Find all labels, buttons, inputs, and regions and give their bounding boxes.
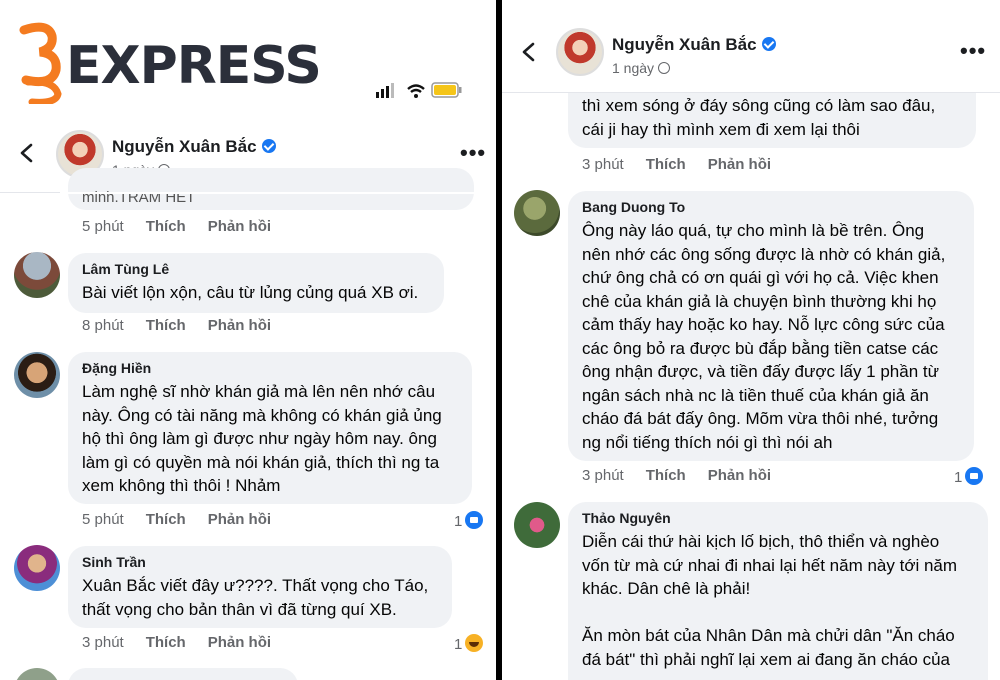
comment-bubble: Lâm Tùng Lê Bài viết lộn xộn, câu từ lủn… — [68, 253, 444, 313]
reply-button[interactable]: Phản hồi — [708, 156, 771, 173]
post-header-front: Nguyễn Xuân Bắc 1 ngày ••• — [502, 22, 1000, 82]
commenter-name[interactable]: Lâm Tùng Lê — [82, 261, 430, 277]
author-avatar[interactable] — [556, 28, 604, 76]
verified-badge-icon — [761, 37, 776, 51]
like-button[interactable]: Thích — [146, 317, 186, 334]
comment-bubble: minh.TRAM HET — [68, 168, 474, 210]
reaction-summary[interactable]: 1 — [454, 634, 484, 653]
commenter-name[interactable]: Sinh Trần — [82, 554, 438, 570]
comment-actions: 5 phút Thích Phản hồi — [82, 218, 293, 235]
like-reaction-icon — [465, 511, 484, 529]
like-button[interactable]: Thích — [146, 511, 186, 528]
comment-bubble: Bang Duong To Ông này láo quá, tự cho mì… — [568, 191, 974, 461]
more-options-icon[interactable]: ••• — [960, 38, 986, 64]
like-button[interactable]: Thích — [646, 467, 686, 484]
commenter-avatar[interactable] — [514, 190, 560, 236]
commenter-avatar[interactable] — [14, 352, 60, 398]
header-divider — [502, 92, 1000, 93]
comment-actions: 3 phút Thích Phản hồi — [82, 634, 293, 651]
comment-text: minh.TRAM HET — [82, 189, 196, 204]
comment-bubble: Thảo Nguyên Diễn cái thứ hài kịch lố bịc… — [568, 502, 988, 680]
comment-text: thì xem sóng ở đáy sông cũng có làm sao … — [582, 96, 936, 139]
back-arrow-icon[interactable] — [518, 41, 540, 63]
reaction-count: 1 — [454, 636, 463, 653]
verified-badge-icon — [261, 139, 276, 153]
comment-text: Ông này láo quá, tự cho mình là bề trên.… — [582, 221, 946, 452]
status-bar-icons — [376, 82, 462, 98]
header-divider-mask — [60, 192, 496, 194]
commenter-avatar[interactable] — [14, 545, 60, 591]
reaction-summary[interactable]: 1 — [954, 467, 984, 486]
comment-actions: 5 phút Thích Phản hồi — [82, 511, 293, 528]
reply-button[interactable]: Phản hồi — [708, 467, 771, 484]
reaction-count: 1 — [954, 469, 963, 486]
comment-bubble: Đặng Hiền Làm nghệ sĩ nhờ khán giả mà lê… — [68, 352, 472, 504]
comment-time: 8 phút — [82, 317, 124, 334]
comment-time: 5 phút — [82, 218, 124, 235]
like-button[interactable]: Thích — [646, 156, 686, 173]
comment-actions: 3 phút Thích Phản hồi — [582, 467, 793, 484]
comment-text: Bài viết lộn xộn, câu từ lủng củng quá X… — [82, 283, 419, 302]
comment-time: 5 phút — [82, 511, 124, 528]
commenter-avatar[interactable] — [514, 502, 560, 548]
comment-time: 3 phút — [582, 467, 624, 484]
comment-text: Làm nghệ sĩ nhờ khán giả mà lên nên nhớ … — [82, 382, 442, 495]
right-screenshot: Nguyễn Xuân Bắc 1 ngày ••• thì xem sóng … — [502, 0, 1000, 680]
comment-bubble — [68, 668, 298, 680]
like-reaction-icon — [965, 467, 984, 485]
reply-button[interactable]: Phản hồi — [208, 218, 271, 235]
commenter-name[interactable]: Đặng Hiền — [82, 360, 458, 376]
commenter-avatar[interactable] — [14, 252, 60, 298]
comment-actions: 8 phút Thích Phản hồi — [82, 317, 293, 334]
post-time: 1 ngày — [612, 60, 671, 76]
comment-bubble: Sinh Trần Xuân Bắc viết đây ư????. Thất … — [68, 546, 452, 628]
globe-icon — [658, 62, 671, 74]
comment-time: 3 phút — [82, 634, 124, 651]
back-arrow-icon[interactable] — [16, 142, 38, 164]
comment-actions: 3 phút Thích Phản hồi — [582, 156, 793, 173]
left-screenshot: EXPRESS Nguyễn Xuân Bắc 1 ngày ••• minh.… — [0, 0, 496, 680]
commenter-avatar[interactable] — [14, 668, 60, 680]
author-name[interactable]: Nguyễn Xuân Bắc — [112, 137, 276, 157]
comment-time: 3 phút — [582, 156, 624, 173]
watermark-logo: EXPRESS — [18, 22, 322, 106]
comment-text: Xuân Bắc viết đây ư????. Thất vọng cho T… — [82, 576, 429, 619]
like-button[interactable]: Thích — [146, 218, 186, 235]
reply-button[interactable]: Phản hồi — [208, 634, 271, 651]
reply-button[interactable]: Phản hồi — [208, 511, 271, 528]
comment-text: Diễn cái thứ hài kịch lố bịch, thô thiển… — [582, 532, 958, 669]
reaction-summary[interactable]: 1 — [454, 511, 484, 530]
more-options-icon[interactable]: ••• — [460, 140, 486, 166]
logo-text: EXPRESS — [66, 36, 322, 96]
like-button[interactable]: Thích — [146, 634, 186, 651]
logo-mark-icon — [19, 22, 62, 106]
haha-reaction-icon — [465, 634, 484, 652]
reply-button[interactable]: Phản hồi — [208, 317, 271, 334]
author-name[interactable]: Nguyễn Xuân Bắc — [612, 35, 776, 55]
commenter-name[interactable]: Thảo Nguyên — [582, 510, 974, 526]
reaction-count: 1 — [454, 513, 463, 530]
commenter-name[interactable]: Bang Duong To — [582, 199, 960, 215]
